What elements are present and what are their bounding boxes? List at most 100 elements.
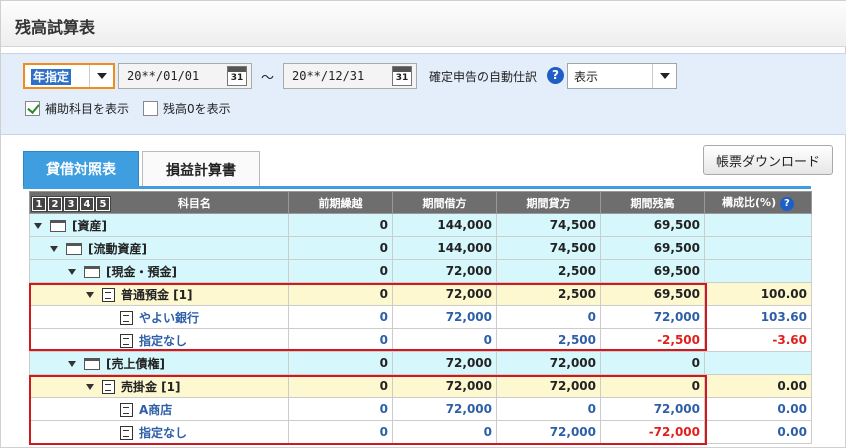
cell: 0 bbox=[288, 397, 393, 421]
level-3-button[interactable]: 3 bbox=[64, 196, 78, 211]
expand-triangle-icon[interactable] bbox=[86, 292, 94, 298]
show-sub-checkbox[interactable]: 補助科目を表示 bbox=[25, 100, 129, 117]
account-cell: 売掛金 [1] bbox=[29, 374, 289, 398]
expand-triangle-icon[interactable] bbox=[68, 269, 76, 275]
cell: 0 bbox=[288, 259, 393, 283]
cell: 0 bbox=[600, 351, 705, 375]
ledger-icon bbox=[120, 426, 133, 440]
table-row[interactable]: A商店 0 72,000 0 72,000 0.00 bbox=[29, 397, 812, 421]
help-icon[interactable]: ? bbox=[547, 67, 564, 84]
cell: 72,000 bbox=[600, 305, 705, 329]
expand-triangle-icon[interactable] bbox=[68, 361, 76, 367]
cell: 72,000 bbox=[496, 351, 601, 375]
cell-negative: -3.60 bbox=[704, 328, 812, 352]
cell: 74,500 bbox=[496, 213, 601, 237]
period-select[interactable]: 年指定 bbox=[23, 63, 115, 89]
table-row[interactable]: 指定なし 0 0 72,000 -72,000 0.00 bbox=[29, 420, 812, 444]
cell: 69,500 bbox=[600, 282, 705, 306]
table-row[interactable]: 普通預金 [1] 0 72,000 2,500 69,500 100.00 bbox=[29, 282, 812, 306]
cell: 72,000 bbox=[392, 397, 497, 421]
table-row[interactable]: やよい銀行 0 72,000 0 72,000 103.60 bbox=[29, 305, 812, 329]
cell-negative: -72,000 bbox=[600, 420, 705, 444]
col-header: 期間貸方 bbox=[496, 191, 601, 214]
checkbox-checked-icon[interactable] bbox=[25, 101, 40, 116]
help-icon[interactable]: ? bbox=[779, 197, 794, 211]
table-row[interactable]: 指定なし 0 0 2,500 -2,500 -3.60 bbox=[29, 328, 812, 352]
auto-journal-select[interactable]: 表示 bbox=[567, 63, 677, 89]
folder-icon bbox=[66, 243, 82, 255]
table-row[interactable]: [流動資産] 0 144,000 74,500 69,500 bbox=[29, 236, 812, 260]
chevron-down-icon[interactable] bbox=[89, 65, 113, 87]
title-bar: 残高試算表 bbox=[1, 1, 846, 47]
date-from-field[interactable]: 20**/01/01 31 bbox=[118, 63, 252, 89]
cell: 100.00 bbox=[704, 282, 812, 306]
account-cell: 指定なし bbox=[29, 328, 289, 352]
auto-journal-label: 確定申告の自動仕訳 bbox=[429, 70, 538, 84]
table-row[interactable]: [現金・預金] 0 72,000 2,500 69,500 bbox=[29, 259, 812, 283]
account-name: 売掛金 [1] bbox=[121, 379, 181, 394]
cell: 72,000 bbox=[392, 351, 497, 375]
cell: 72,000 bbox=[392, 374, 497, 398]
cell: 0 bbox=[392, 420, 497, 444]
cell: 144,000 bbox=[392, 236, 497, 260]
level-2-button[interactable]: 2 bbox=[48, 196, 62, 211]
range-separator: ～ bbox=[261, 71, 275, 86]
account-cell: [資産] bbox=[29, 213, 289, 237]
cell: 2,500 bbox=[496, 259, 601, 283]
checkbox-icon[interactable] bbox=[143, 101, 158, 116]
cell: 0 bbox=[288, 328, 393, 352]
table-row[interactable]: 売掛金 [1] 0 72,000 72,000 0 0.00 bbox=[29, 374, 812, 398]
account-cell: [流動資産] bbox=[29, 236, 289, 260]
ledger-icon bbox=[102, 288, 115, 302]
account-name: 普通預金 [1] bbox=[121, 287, 193, 302]
account-name: [現金・預金] bbox=[106, 264, 177, 279]
level-5-button[interactable]: 5 bbox=[96, 196, 110, 211]
tab-balance-sheet[interactable]: 貸借対照表 bbox=[23, 151, 139, 187]
trial-balance-table: 12345 科目名 前期繰越 期間借方 期間貸方 期間残高 構成比(%) ? [… bbox=[29, 191, 812, 444]
table-header-row: 12345 科目名 前期繰越 期間借方 期間貸方 期間残高 構成比(%) ? bbox=[29, 191, 812, 214]
filter-panel: 年指定 20**/01/01 31 ～ 20**/12/31 31 確定申告の自… bbox=[1, 53, 846, 135]
calendar-icon[interactable]: 31 bbox=[392, 66, 412, 86]
col-header-label: 構成比(%) bbox=[722, 196, 777, 209]
cell: 72,000 bbox=[392, 282, 497, 306]
account-cell: A商店 bbox=[29, 397, 289, 421]
account-name: 指定なし bbox=[139, 333, 188, 348]
col-header: 期間残高 bbox=[600, 191, 705, 214]
table-row[interactable]: [売上債権] 0 72,000 72,000 0 bbox=[29, 351, 812, 375]
cell: 0 bbox=[288, 305, 393, 329]
auto-journal-value: 表示 bbox=[574, 69, 599, 84]
period-value: 年指定 bbox=[31, 68, 72, 85]
table-row[interactable]: [資産] 0 144,000 74,500 69,500 bbox=[29, 213, 812, 237]
show-zero-checkbox[interactable]: 残高0を表示 bbox=[143, 100, 231, 117]
col-header: 前期繰越 bbox=[288, 191, 393, 214]
cell: 0 bbox=[288, 213, 393, 237]
expand-triangle-icon[interactable] bbox=[34, 223, 42, 229]
tab-underline bbox=[23, 186, 811, 189]
cell: 2,500 bbox=[496, 328, 601, 352]
cell: 0.00 bbox=[704, 397, 812, 421]
download-button[interactable]: 帳票ダウンロード bbox=[703, 145, 833, 175]
account-cell: [売上債権] bbox=[29, 351, 289, 375]
chevron-down-icon[interactable] bbox=[652, 64, 676, 88]
level-1-button[interactable]: 1 bbox=[32, 196, 46, 211]
calendar-icon[interactable]: 31 bbox=[227, 66, 247, 86]
cell: 0 bbox=[288, 420, 393, 444]
folder-icon bbox=[84, 358, 100, 370]
page-title: 残高試算表 bbox=[15, 18, 96, 37]
expand-triangle-icon[interactable] bbox=[50, 246, 58, 252]
cell: 72,000 bbox=[496, 374, 601, 398]
cell: 72,000 bbox=[600, 397, 705, 421]
cell: 0 bbox=[392, 328, 497, 352]
cell: 69,500 bbox=[600, 259, 705, 283]
date-to-field[interactable]: 20**/12/31 31 bbox=[283, 63, 417, 89]
cell: 0 bbox=[600, 374, 705, 398]
cell: 144,000 bbox=[392, 213, 497, 237]
expand-triangle-icon[interactable] bbox=[86, 384, 94, 390]
cell: 0 bbox=[288, 374, 393, 398]
cell: 74,500 bbox=[496, 236, 601, 260]
level-4-button[interactable]: 4 bbox=[80, 196, 94, 211]
tab-income-statement[interactable]: 損益計算書 bbox=[142, 151, 260, 187]
account-cell: やよい銀行 bbox=[29, 305, 289, 329]
date-to-value: 20**/12/31 bbox=[292, 69, 365, 83]
account-name: [資産] bbox=[72, 218, 107, 233]
